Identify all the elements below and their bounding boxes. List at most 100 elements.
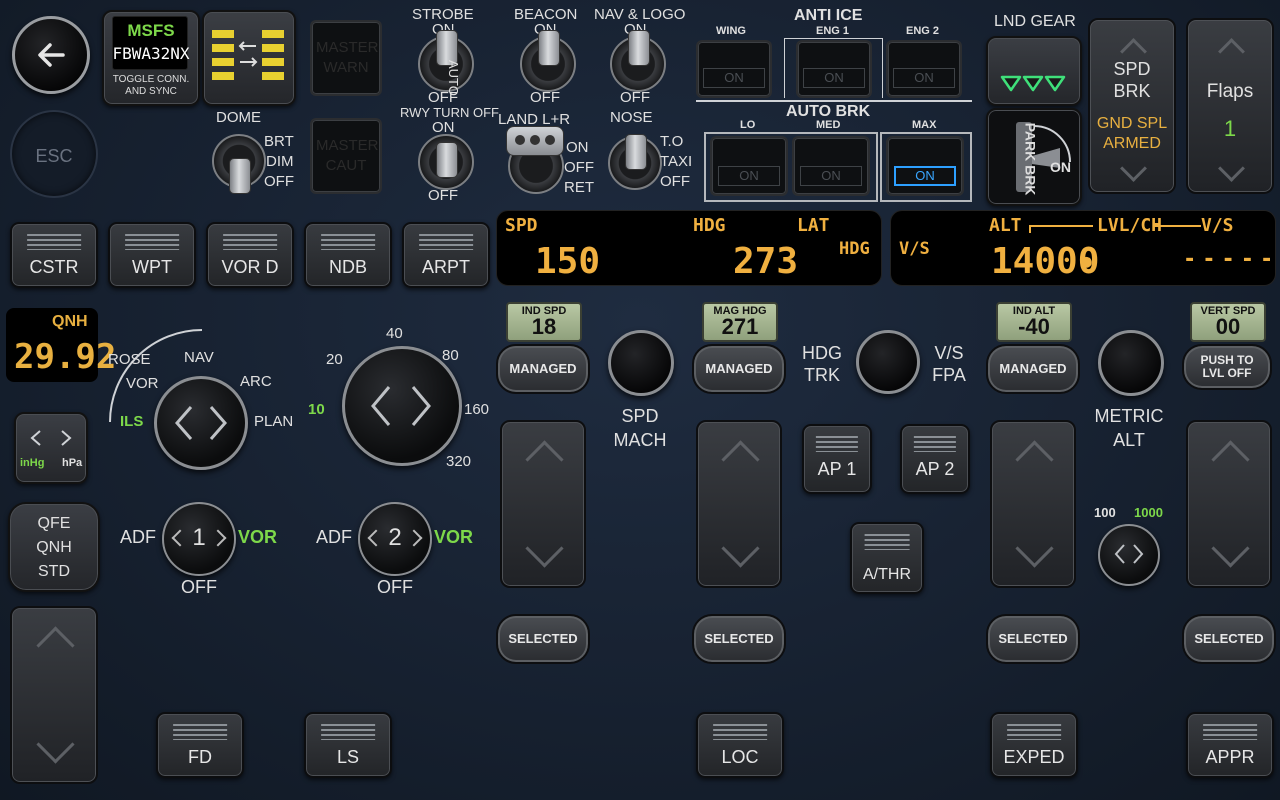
efis-vord-label: VOR D [221,257,279,277]
baro-unit-selector[interactable]: inHg hPa [14,412,88,484]
beacon-label: BEACON [514,6,578,23]
vs-selected-button[interactable]: SELECTED [1182,614,1276,664]
efis-vord-button[interactable]: VOR D [206,222,294,288]
beacon-switch[interactable] [520,30,576,92]
anti-ice-eng2-button[interactable]: ON [886,40,962,98]
chevron-left-right-icon [1110,542,1148,566]
master-caut-label: MASTER CAUT [316,137,379,174]
nd-mode-rose: ROSE [108,351,151,368]
appr-button[interactable]: APPR [1186,712,1274,778]
vs-rocker[interactable] [1186,420,1272,588]
gear-lever[interactable] [986,36,1082,106]
hdg-trk-label: HDG TRK [802,343,842,385]
mag-hdg-value: 271 [721,314,759,339]
adf-vor-1-switch[interactable]: 1 [162,502,236,576]
auto-brk-med-button[interactable]: ON [792,136,870,196]
dome-off-label: OFF [264,173,294,190]
land-lights-lever [506,126,564,156]
auto-brk-lo-button[interactable]: ON [710,136,788,196]
nd-mode-nav: NAV [184,349,214,366]
efis-arpt-button[interactable]: ARPT [402,222,490,288]
qnh-display: QNH 29.92 [6,308,116,382]
fcu-hdg-mode-label: HDG [839,239,870,259]
anti-ice-eng1-button[interactable]: ON [796,40,872,98]
nd-range-knob[interactable] [342,346,462,466]
hdg-managed-button[interactable]: MANAGED [692,344,786,394]
arrow-left-icon [35,39,67,71]
back-button[interactable] [12,16,90,94]
spd-rocker[interactable] [500,420,586,588]
nose-off-label: OFF [660,173,690,190]
nose-light-switch[interactable] [608,134,662,190]
flaps-lever[interactable]: Flaps 1 [1186,18,1274,194]
auto-brk-max-label: MAX [912,119,937,131]
auto-brk-lo-label: LO [740,119,756,131]
hdg-selected-button[interactable]: SELECTED [692,614,786,664]
master-caut-button[interactable]: MASTER CAUT [310,118,382,194]
fcu-vs-mode-label: V/S [899,239,930,259]
adf1-vor-label: VOR [238,527,278,547]
anti-ice-wing-on: ON [703,68,765,88]
anti-ice-label: ANTI ICE [794,7,863,24]
speed-brake-lever[interactable]: SPD BRK GND SPL ARMED [1088,18,1176,194]
alt-inc-1000-label: 1000 [1134,505,1163,520]
baro-hpa-label: hPa [62,457,83,469]
alt-increment-selector[interactable] [1098,524,1160,586]
master-warn-button[interactable]: MASTER WARN [310,20,382,96]
gear-down-indicator-icon [1000,74,1066,94]
mag-hdg-lcd: MAG HDG 271 [702,302,778,342]
athr-button[interactable]: A/THR [850,522,924,594]
hdg-trk-vs-fpa-button[interactable] [856,330,920,394]
efis-arpt-label: ARPT [421,257,470,277]
park-brake-handle[interactable]: PARK BRK ON [986,108,1082,206]
msfs-connect-button[interactable]: MSFS FBWA32NX TOGGLE CONN. AND SYNC [102,10,200,106]
alt-managed-button[interactable]: MANAGED [986,344,1080,394]
ap2-label: AP 2 [915,459,955,479]
anti-ice-wing-button[interactable]: ON [696,40,772,98]
ind-alt-value: -40 [1018,314,1050,339]
metric-alt-button[interactable] [1098,330,1164,396]
spd-managed-button[interactable]: MANAGED [496,344,590,394]
baro-adjust-rocker[interactable] [10,606,98,784]
appr-label: APPR [1205,747,1255,767]
efis-ndb-button[interactable]: NDB [304,222,392,288]
nav-logo-off-label: OFF [620,89,650,106]
ls-button[interactable]: LS [304,712,392,778]
fcu-alt-managed-dot: ● [1081,251,1092,272]
nav-logo-switch[interactable] [610,30,666,92]
loc-button[interactable]: LOC [696,712,784,778]
ap1-label: AP 1 [817,459,857,479]
nd-range-40: 40 [386,325,403,342]
ind-spd-value: 18 [531,314,557,339]
auto-brk-lo-on: ON [718,166,780,186]
esc-button[interactable]: ESC [10,110,98,198]
rwy-turn-off-switch[interactable] [418,134,474,190]
nd-mode-plan: PLAN [254,413,294,430]
ap2-button[interactable]: AP 2 [900,424,970,494]
auto-brk-label: AUTO BRK [786,103,871,120]
dome-switch[interactable] [212,134,266,194]
adf-vor-2-switch[interactable]: 2 [358,502,432,576]
anti-ice-bracket [784,38,882,39]
baro-mode-button[interactable]: QFE QNH STD [8,502,100,592]
efis-cstr-button[interactable]: CSTR [10,222,98,288]
transfer-button[interactable] [202,10,296,106]
nd-mode-knob[interactable] [154,376,248,470]
ind-alt-lcd: IND ALT -40 [996,302,1072,342]
auto-brk-max-button[interactable]: ON [886,136,964,196]
push-to-lvl-off-button[interactable]: PUSH TO LVL OFF [1182,344,1272,390]
aircraft-id: FBWA32NX [112,44,190,63]
alt-selected-button[interactable]: SELECTED [986,614,1080,664]
gear-label: LND GEAR [994,13,1076,30]
fd-button[interactable]: FD [156,712,244,778]
spd-mach-button[interactable] [608,330,674,396]
efis-wpt-button[interactable]: WPT [108,222,196,288]
exped-button[interactable]: EXPED [990,712,1078,778]
fcu-hdg-label: HDG [693,215,726,236]
fcu-display-left: SPD 150 HDG 273 LAT HDG [496,210,882,286]
hdg-rocker[interactable] [696,420,782,588]
adf1-off-label: OFF [181,577,217,597]
ap1-button[interactable]: AP 1 [802,424,872,494]
spd-selected-button[interactable]: SELECTED [496,614,590,664]
alt-rocker[interactable] [990,420,1076,588]
